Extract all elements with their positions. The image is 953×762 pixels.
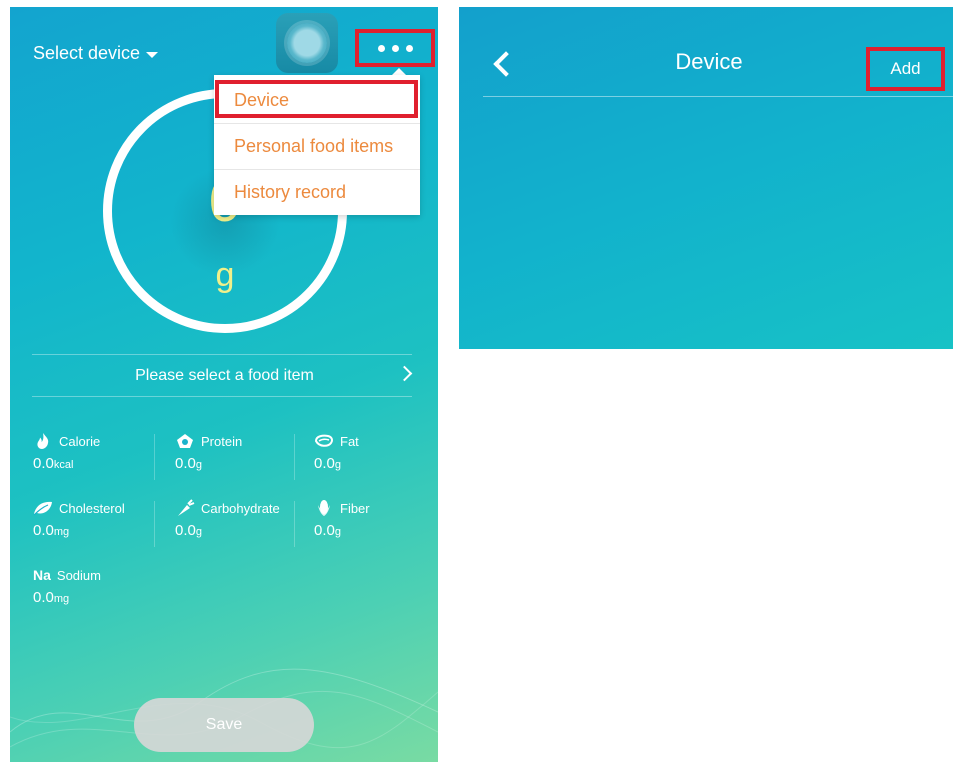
select-food-item-row[interactable]: Please select a food item (32, 355, 417, 397)
divider (483, 96, 953, 97)
leaf-icon (33, 501, 52, 516)
corn-icon (318, 500, 330, 516)
nutrient-value: 0.0 (33, 455, 54, 472)
nutrient-name: Cholesterol (59, 500, 125, 516)
nutrient-name: Fiber (340, 500, 370, 516)
nutrient-unit: g (334, 459, 341, 471)
nutrient-name: Sodium (56, 567, 101, 583)
nutrient-value: 0.0 (33, 522, 54, 539)
nutrient-value: 0.0 (175, 455, 196, 472)
nutrient-fat: Fat 0.0g (314, 432, 359, 473)
gauge-unit: g (215, 256, 235, 294)
fat-icon (314, 434, 333, 447)
nutrient-unit: g (334, 526, 341, 538)
divider (32, 396, 412, 397)
nutrient-cholesterol: Cholesterol 0.0mg (33, 499, 125, 540)
app-logo-icon (276, 13, 338, 73)
nutrient-value: 0.0 (175, 522, 196, 539)
nutrient-unit: mg (53, 593, 70, 605)
nutrient-value: 0.0 (33, 589, 54, 606)
caret-down-icon (146, 51, 159, 58)
page-title: Device (675, 49, 743, 74)
nutrient-unit: g (195, 526, 202, 538)
menu-item-device[interactable]: Device (214, 77, 420, 123)
add-device-button[interactable]: Add (866, 47, 945, 91)
menu-pointer (392, 68, 406, 75)
nutrient-sodium: Na Sodium 0.0mg (33, 566, 101, 606)
nutrient-calorie: Calorie 0.0kcal (33, 432, 100, 472)
select-device-dropdown[interactable]: Select device (33, 43, 159, 64)
nutrient-value: 0.0 (314, 455, 335, 472)
main-scale-screen: Select device 0 g Device Personal food i… (10, 7, 438, 762)
save-button[interactable]: Save (134, 698, 314, 752)
nutrient-carbohydrate: Carbohydrate 0.0g (175, 499, 280, 539)
menu-item-personal-food-items[interactable]: Personal food items (214, 123, 420, 169)
nutrient-value: 0.0 (314, 522, 335, 539)
device-screen: Device Add (459, 7, 953, 349)
food-selector-label: Please select a food item (135, 367, 314, 384)
more-dots-icon (377, 44, 385, 52)
nutrient-unit: g (195, 459, 202, 471)
nutrient-unit: kcal (53, 459, 74, 471)
select-device-label: Select device (33, 43, 141, 63)
nutrient-fiber: Fiber 0.0g (314, 499, 370, 539)
more-options-button[interactable] (355, 29, 435, 67)
nutrient-name: Carbohydrate (201, 500, 280, 516)
nutrient-name: Calorie (59, 433, 101, 449)
na-icon: Na (33, 567, 51, 583)
menu-item-history-record[interactable]: History record (214, 169, 420, 215)
nutrient-name: Fat (340, 433, 359, 449)
carrot-icon (178, 499, 195, 516)
more-options-menu: Device Personal food items History recor… (214, 75, 420, 215)
flame-icon (37, 433, 49, 449)
back-chevron-icon[interactable] (493, 51, 519, 77)
nutrient-unit: mg (53, 526, 70, 538)
egg-icon (177, 434, 193, 448)
nutrient-name: Protein (201, 433, 243, 449)
nutrient-protein: Protein 0.0g (175, 432, 243, 473)
